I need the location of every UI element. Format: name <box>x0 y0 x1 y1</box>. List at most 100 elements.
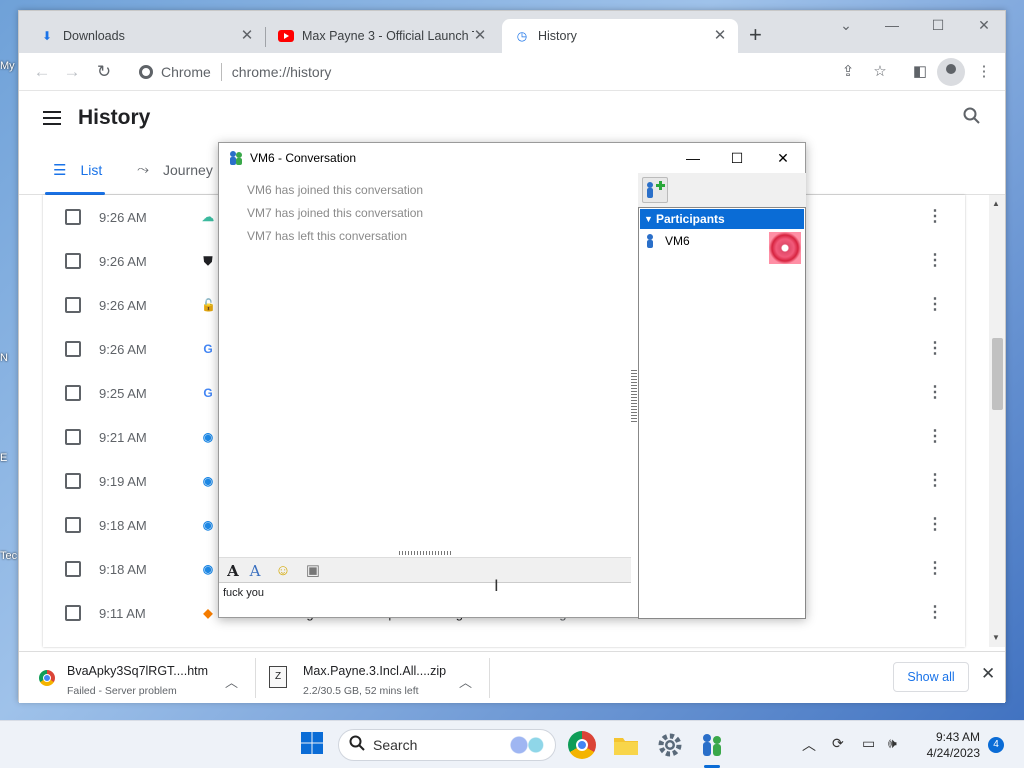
vertical-splitter[interactable] <box>631 368 637 422</box>
chrome-icon <box>39 670 55 686</box>
more-actions-icon[interactable]: ⋮ <box>927 605 943 621</box>
shield-icon: ⛊ <box>203 254 213 268</box>
maximize-button[interactable]: ☐ <box>923 17 953 34</box>
desktop-label[interactable]: N <box>0 352 8 364</box>
url-text[interactable]: chrome://history <box>232 64 332 80</box>
add-participant-button[interactable] <box>642 177 668 203</box>
share-icon[interactable]: ⇪ <box>837 62 859 80</box>
lan-messenger-taskbar-icon[interactable] <box>698 731 726 759</box>
row-checkbox[interactable] <box>65 429 81 445</box>
visit-time: 9:25 AM <box>99 385 147 401</box>
start-windows-icon[interactable] <box>300 731 328 759</box>
back-icon[interactable]: ← <box>31 62 53 82</box>
font-icon[interactable]: A <box>223 561 243 581</box>
participants-header[interactable]: ▼ Participants <box>640 209 804 229</box>
side-panel-icon[interactable]: ◧ <box>909 62 931 80</box>
tab-history[interactable]: ◷ History ✕ <box>502 19 738 53</box>
more-actions-icon[interactable]: ⋮ <box>927 561 943 577</box>
message-input[interactable]: fuck you <box>219 583 631 617</box>
row-checkbox[interactable] <box>65 473 81 489</box>
settings-gear-icon[interactable] <box>656 731 684 759</box>
visit-time: 9:26 AM <box>99 209 147 225</box>
site-chip[interactable]: Chrome <box>139 64 211 80</box>
row-checkbox[interactable] <box>65 341 81 357</box>
collapse-triangle-icon[interactable]: ▼ <box>644 209 653 229</box>
more-actions-icon[interactable]: ⋮ <box>927 385 943 401</box>
hamburger-menu-icon[interactable] <box>43 111 61 125</box>
tab-downloads[interactable]: ⬇ Downloads ✕ <box>27 19 265 53</box>
bookmark-star-icon[interactable]: ☆ <box>869 62 891 80</box>
close-tab-icon[interactable]: ✕ <box>472 28 488 44</box>
close-button[interactable]: ✕ <box>773 149 793 167</box>
taskbar-search[interactable]: Search <box>338 729 556 761</box>
close-downloads-icon[interactable]: ✕ <box>981 664 995 684</box>
notification-badge[interactable]: 4 <box>988 737 1004 753</box>
desktop-label[interactable]: My <box>0 60 15 72</box>
message-area[interactable]: VM6 has joined this conversation VM7 has… <box>219 173 631 551</box>
chevron-up-icon[interactable]: ︿ <box>459 672 472 691</box>
chevron-up-icon[interactable]: ︿ <box>225 672 238 691</box>
tab-list[interactable]: ☰ List <box>53 161 102 179</box>
chrome-taskbar-icon[interactable] <box>568 731 596 759</box>
zip-file-icon: Z <box>269 666 287 688</box>
download-item[interactable]: Z Max.Payne.3.Incl.All....zip 2.2/30.5 G… <box>255 658 489 698</box>
scrollbar[interactable]: ▲ ▼ <box>989 195 1005 647</box>
close-tab-icon[interactable]: ✕ <box>712 28 728 44</box>
font-color-icon[interactable]: A <box>245 561 265 581</box>
more-actions-icon[interactable]: ⋮ <box>927 253 943 269</box>
row-checkbox[interactable] <box>65 297 81 313</box>
volume-icon[interactable]: 🕪 <box>888 735 897 752</box>
new-tab-button[interactable]: + <box>749 24 762 46</box>
minimize-button[interactable]: — <box>683 149 703 167</box>
row-checkbox[interactable] <box>65 209 81 225</box>
close-window-button[interactable]: ✕ <box>969 17 999 34</box>
scrollbar-thumb[interactable] <box>992 338 1003 410</box>
more-actions-icon[interactable]: ⋮ <box>927 473 943 489</box>
row-checkbox[interactable] <box>65 517 81 533</box>
more-actions-icon[interactable]: ⋮ <box>927 209 943 225</box>
tab-search-icon[interactable]: ⌄ <box>831 17 861 34</box>
visit-time: 9:19 AM <box>99 473 147 489</box>
scroll-up-icon[interactable]: ▲ <box>992 199 1000 208</box>
browser-toolbar: ← → ↻ Chrome chrome://history ⇪ ☆ ◧ ⋮ <box>19 53 1005 91</box>
downloads-bar: BvaApky3Sq7lRGT....htm Failed - Server p… <box>19 651 1005 703</box>
tab-max-payne[interactable]: Max Payne 3 - Official Launch Tr ✕ <box>266 19 498 53</box>
row-checkbox[interactable] <box>65 385 81 401</box>
messenger-app-icon <box>229 150 243 166</box>
download-item[interactable]: BvaApky3Sq7lRGT....htm Failed - Server p… <box>19 658 255 698</box>
forward-icon[interactable]: → <box>61 62 83 82</box>
maximize-button[interactable]: ☐ <box>727 149 747 167</box>
participant-item[interactable]: VM6 <box>645 232 801 266</box>
profile-avatar[interactable] <box>937 58 965 86</box>
desktop-label[interactable]: E <box>0 452 7 464</box>
clock[interactable]: 9:43 AM 4/24/2023 <box>916 729 980 761</box>
horizontal-splitter[interactable] <box>399 551 453 555</box>
smiley-icon[interactable]: ☺ <box>273 561 293 581</box>
menu-dots-icon[interactable]: ⋮ <box>973 62 995 80</box>
tab-journeys[interactable]: ⤳ Journey <box>137 161 213 178</box>
more-actions-icon[interactable]: ⋮ <box>927 297 943 313</box>
clock-time: 9:43 AM <box>935 730 980 744</box>
scroll-down-icon[interactable]: ▼ <box>992 633 1000 642</box>
reload-icon[interactable]: ↻ <box>93 62 115 82</box>
save-icon[interactable]: ▣ <box>303 561 323 581</box>
conversation-titlebar[interactable]: VM6 - Conversation — ☐ ✕ <box>219 143 805 173</box>
more-actions-icon[interactable]: ⋮ <box>927 341 943 357</box>
close-tab-icon[interactable]: ✕ <box>239 28 255 44</box>
more-actions-icon[interactable]: ⋮ <box>927 429 943 445</box>
show-all-button[interactable]: Show all <box>893 662 969 692</box>
chrome-icon <box>139 65 153 79</box>
address-bar[interactable]: Chrome chrome://history <box>129 57 889 87</box>
chevron-up-icon[interactable]: ︿ <box>802 735 816 755</box>
row-checkbox[interactable] <box>65 605 81 621</box>
file-explorer-icon[interactable] <box>612 731 640 759</box>
minimize-button[interactable]: — <box>877 17 907 33</box>
row-checkbox[interactable] <box>65 253 81 269</box>
sync-icon[interactable]: ⟳ <box>832 735 844 752</box>
search-icon[interactable] <box>963 107 981 130</box>
more-actions-icon[interactable]: ⋮ <box>927 517 943 533</box>
row-checkbox[interactable] <box>65 561 81 577</box>
system-message: VM7 has left this conversation <box>247 229 408 243</box>
network-icon[interactable]: ▭ <box>862 735 875 752</box>
desktop-label[interactable]: Tec <box>0 550 17 562</box>
